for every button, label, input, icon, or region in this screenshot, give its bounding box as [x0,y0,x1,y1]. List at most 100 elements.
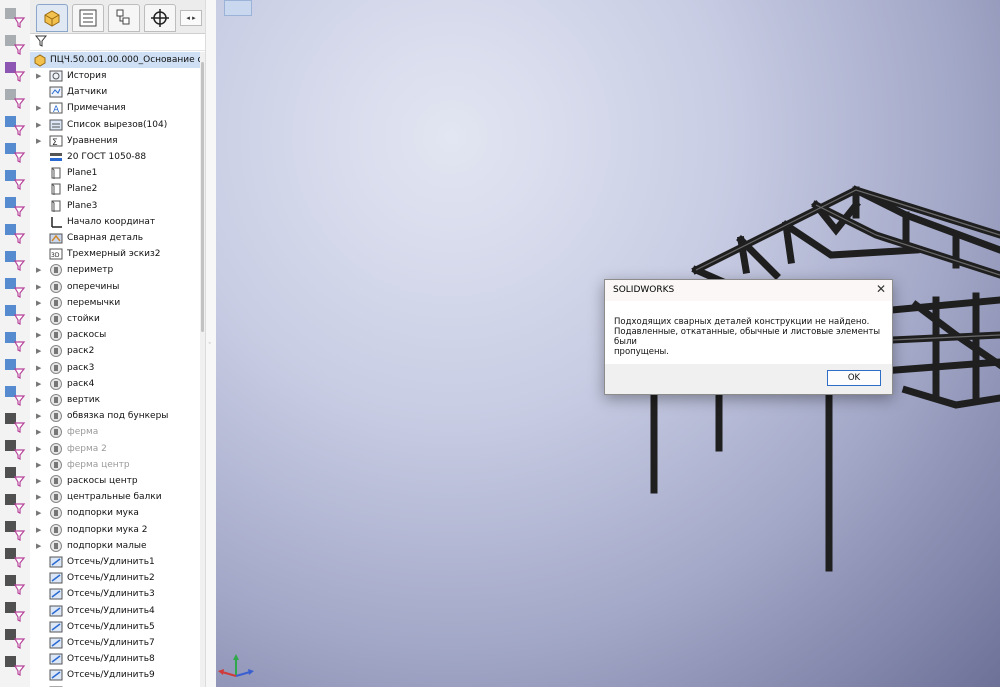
tree-item[interactable]: ▶ обвязка под бункеры [30,408,200,424]
tree-item[interactable]: ▶ периметр [30,262,200,278]
tree-item[interactable]: ▶ вертик [30,392,200,408]
tree-item[interactable]: Plane1 [30,165,200,181]
tree-root-assembly[interactable]: ПЦЧ.50.001.00.000_Основание сборн [30,52,205,68]
dimxpert-tab[interactable] [144,4,176,32]
tree-item[interactable]: ▶ центральные балки [30,489,200,505]
filter-icon[interactable] [2,4,26,28]
tree-item[interactable]: ▶ оперечины [30,279,200,295]
expand-arrow-icon[interactable]: ▶ [36,376,44,392]
body-filter-icon[interactable] [2,220,26,244]
tree-item[interactable]: ▶ A Примечания [30,100,200,116]
surface-finish-icon[interactable] [2,463,26,487]
midpoint-filter-icon[interactable] [2,382,26,406]
tree-item[interactable]: Отсечь/Удлинить2 [30,570,200,586]
face-filter-icon[interactable] [2,166,26,190]
expand-arrow-icon[interactable]: ▶ [36,295,44,311]
sketch-point-icon[interactable] [2,328,26,352]
tree-item[interactable]: 20 ГОСТ 1050-88 [30,149,200,165]
expand-arrow-icon[interactable]: ▶ [36,262,44,278]
tree-item[interactable]: ▶ История [30,68,200,84]
tree-item[interactable]: ▶ ферма [30,424,200,440]
panel-splitter[interactable]: ◦ [205,0,216,687]
expand-arrow-icon[interactable]: ▶ [36,408,44,424]
axis-filter-icon[interactable] [2,247,26,271]
expand-arrow-icon[interactable]: ▶ [36,538,44,554]
expand-arrow-icon[interactable]: ▶ [36,505,44,521]
expand-arrow-icon[interactable]: ▶ [36,360,44,376]
feature-manager-tab[interactable] [36,4,68,32]
datum-target-icon[interactable] [2,598,26,622]
tree-item[interactable]: Plane3 [30,198,200,214]
tree-item[interactable]: ▶ стойки [30,311,200,327]
point-filter-icon[interactable] [2,112,26,136]
expand-arrow-icon[interactable]: ▶ [36,311,44,327]
expand-arrow-icon[interactable]: ▶ [36,327,44,343]
tree-item[interactable]: ▶ раскосы [30,327,200,343]
tree-filter-row[interactable] [30,33,205,51]
tree-item[interactable]: ▶ раск4 [30,376,200,392]
expand-arrow-icon[interactable]: ▶ [36,343,44,359]
tree-item[interactable]: ▶ подпорки мука 2 [30,522,200,538]
edge-filter-icon[interactable] [2,139,26,163]
tree-item[interactable]: Plane2 [30,181,200,197]
select-icon[interactable] [2,85,26,109]
tree-item[interactable]: ▶ ферма центр [30,457,200,473]
geometric-tolerance-icon[interactable] [2,490,26,514]
expand-arrow-icon[interactable]: ▶ [36,68,44,84]
plane-filter-icon[interactable] [2,274,26,298]
property-manager-tab[interactable] [72,4,104,32]
tree-item[interactable]: ▶ подпорки мука [30,505,200,521]
tree-item[interactable]: ▶ раскосы центр [30,473,200,489]
tree-item[interactable]: ▶ подпорки малые [30,538,200,554]
filter-assembly-icon[interactable] [2,58,26,82]
tree-item[interactable]: Сварная деталь [30,230,200,246]
vertex-filter-icon[interactable] [2,301,26,325]
expand-arrow-icon[interactable]: ▶ [36,392,44,408]
tree-item[interactable]: ▶ Список вырезов(104) [30,117,200,133]
tree-item[interactable]: Отсечь/Удлинить9 [30,667,200,683]
configuration-manager-tab[interactable] [108,4,140,32]
close-icon[interactable]: ✕ [876,282,886,296]
tree-item[interactable]: Отсечь/Удлинить1 [30,554,200,570]
expand-arrow-icon[interactable]: ▶ [36,473,44,489]
tree-item[interactable]: Отсечь/Удлинить10 [30,684,200,687]
tree-item[interactable]: ▶ раск3 [30,360,200,376]
tree-item[interactable]: Отсечь/Удлинить3 [30,586,200,602]
expand-arrow-icon[interactable]: ▶ [36,441,44,457]
expand-arrow-icon[interactable]: ▶ [36,424,44,440]
tree-item[interactable]: Отсечь/Удлинить7 [30,635,200,651]
expand-arrow-icon[interactable]: ▶ [36,489,44,505]
annotation-filter-icon[interactable] [2,652,26,676]
sketch-segment-icon[interactable] [2,355,26,379]
surface-filter-icon[interactable] [2,193,26,217]
dimension-filter-icon[interactable] [2,436,26,460]
tab-scroll-buttons[interactable]: ◂ ▸ [180,10,202,26]
tree-item[interactable]: 3D Трехмерный эскиз2 [30,246,200,262]
tree-item[interactable]: Начало координат [30,214,200,230]
filter-parts-icon[interactable] [2,31,26,55]
dialog-titlebar: SOLIDWORKS ✕ [605,280,892,301]
expand-arrow-icon[interactable]: ▶ [36,522,44,538]
tree-item[interactable]: ▶ Σ Уравнения [30,133,200,149]
cosmetic-thread-icon[interactable] [2,625,26,649]
expand-arrow-icon[interactable]: ▶ [36,100,44,116]
tree-item[interactable]: ▶ раск2 [30,343,200,359]
ok-button[interactable]: OK [827,370,881,386]
tree-item[interactable]: ▶ перемычки [30,295,200,311]
tree-item[interactable]: Отсечь/Удлинить4 [30,603,200,619]
datum-icon[interactable] [2,517,26,541]
expand-arrow-icon[interactable]: ▶ [36,457,44,473]
scrollbar-thumb[interactable] [201,62,204,332]
filter-icon[interactable] [35,35,47,47]
tree-item[interactable]: ▶ ферма 2 [30,441,200,457]
tree-item[interactable]: Отсечь/Удлинить5 [30,619,200,635]
expand-arrow-icon[interactable]: ▶ [36,279,44,295]
feature-manager-panel: ◂ ▸ ПЦЧ.50.001.00.000_Основание сборн ▶ Ис… [30,0,206,687]
expand-arrow-icon[interactable]: ▶ [36,133,44,149]
weld-symbol-icon[interactable] [2,571,26,595]
note-icon[interactable] [2,544,26,568]
tree-item[interactable]: Отсечь/Удлинить8 [30,651,200,667]
center-mark-icon[interactable] [2,409,26,433]
expand-arrow-icon[interactable]: ▶ [36,117,44,133]
tree-item[interactable]: Датчики [30,84,200,100]
